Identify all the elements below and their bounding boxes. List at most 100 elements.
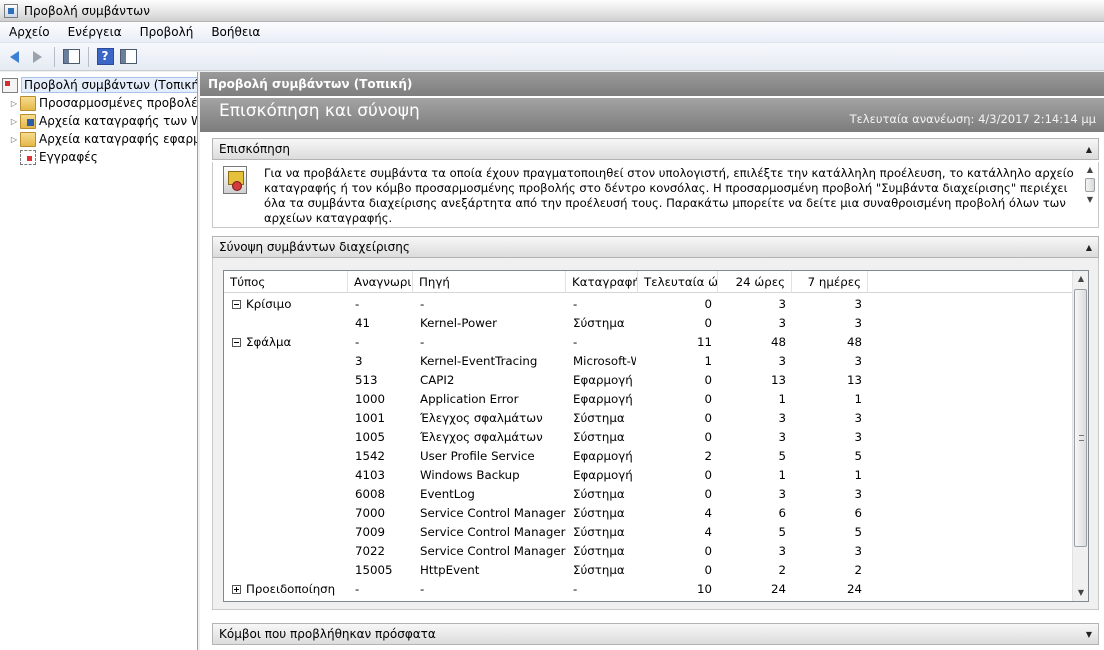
scroll-grip-icon xyxy=(1079,435,1084,441)
scroll-down-icon[interactable]: ▼ xyxy=(1073,585,1088,601)
summary-banner: Επισκόπηση και σύνοψη Τελευταία ανανέωση… xyxy=(200,98,1104,132)
console-tree: Προβολή συμβάντων (Τοπική) ▷ Προσαρμοσμέ… xyxy=(0,72,198,650)
cell-7-days: 3 xyxy=(792,352,862,371)
table-row[interactable]: 1542 User Profile Service Εφαρμογή 2 5 5 xyxy=(224,447,1074,466)
overview-section-header[interactable]: Επισκόπηση ▲ xyxy=(212,138,1099,160)
cell-log: Εφαρμογή xyxy=(573,371,636,390)
cell-last-hour-text: 0 xyxy=(704,373,712,387)
cell-log: Σύστημα xyxy=(573,542,636,561)
cell-event-id-text: 1005 xyxy=(355,430,386,444)
column-header-log[interactable]: Καταγραφή xyxy=(566,271,638,293)
cell-event-id-text: 7000 xyxy=(355,506,386,520)
table-row[interactable]: 7009 Service Control Manager Σύστημα 4 5 5 xyxy=(224,523,1074,542)
tree-item-event-viewer-local[interactable]: Προβολή συμβάντων (Τοπική) xyxy=(2,76,197,94)
collapse-minus-icon[interactable] xyxy=(232,338,241,347)
cell-event-id: 1542 xyxy=(355,447,413,466)
cell-7-days: 3 xyxy=(792,428,862,447)
expand-plus-icon[interactable] xyxy=(232,585,241,594)
cell-7-days-text: 3 xyxy=(854,411,862,425)
summary-scrollbar[interactable]: ▲ ▼ xyxy=(1072,271,1088,601)
table-row[interactable]: 7022 Service Control Manager Σύστημα 0 3 3 xyxy=(224,542,1074,561)
table-row[interactable]: 1001 Έλεγχος σφαλμάτων Σύστημα 0 3 3 xyxy=(224,409,1074,428)
recent-nodes-section-header[interactable]: Κόμβοι που προβλήθηκαν πρόσφατα ▼ xyxy=(212,623,1099,645)
cell-last-hour: 0 xyxy=(638,466,712,485)
scroll-thumb[interactable] xyxy=(1085,178,1095,192)
cell-log-text: Σύστημα xyxy=(573,525,625,539)
cell-source: Έλεγχος σφαλμάτων xyxy=(420,428,566,447)
cell-7-days-text: 3 xyxy=(854,430,862,444)
scroll-thumb[interactable] xyxy=(1074,289,1087,547)
expand-icon[interactable]: ▼ xyxy=(1086,630,1092,639)
menu-file[interactable]: Αρχείο xyxy=(0,22,59,42)
recent-nodes-title: Κόμβοι που προβλήθηκαν πρόσφατα xyxy=(219,627,436,641)
cell-log-text: Microsoft-Windows-Kernel-EventTracing/Ad… xyxy=(573,354,636,368)
scroll-up-icon[interactable]: ▲ xyxy=(1073,271,1088,287)
table-row[interactable]: 6008 EventLog Σύστημα 0 3 3 xyxy=(224,485,1074,504)
column-header-last-hour[interactable]: Τελευταία ώρα xyxy=(638,271,718,293)
tree-item-app-service-logs[interactable]: ▷ Αρχεία καταγραφής εφαρμογών και υπηρεσ… xyxy=(8,130,197,148)
scroll-down-icon[interactable]: ▼ xyxy=(1084,194,1096,206)
cell-last-hour: 0 xyxy=(638,409,712,428)
cell-source: Έλεγχος σφαλμάτων xyxy=(420,409,566,428)
cell-type xyxy=(232,371,348,390)
expand-arrow-icon[interactable]: ▷ xyxy=(8,130,20,148)
table-row[interactable]: 3 Kernel-EventTracing Microsoft-Windows-Ke… xyxy=(224,352,1074,371)
column-header-source[interactable]: Πηγή xyxy=(413,271,566,293)
cell-event-id: - xyxy=(355,333,413,352)
cell-source: Kernel-Power xyxy=(420,314,566,333)
cell-event-id-text: 3 xyxy=(355,354,363,368)
cell-type xyxy=(232,466,348,485)
overview-title: Επισκόπηση xyxy=(219,142,290,156)
cell-7-days-text: 3 xyxy=(854,487,862,501)
cell-source: - xyxy=(420,580,566,599)
menu-help[interactable]: Βοήθεια xyxy=(202,22,269,42)
show-hide-action-pane-button[interactable] xyxy=(117,46,139,68)
table-row[interactable]: 1000 Application Error Εφαρμογή 0 1 1 xyxy=(224,390,1074,409)
toolbar: ? xyxy=(0,43,1104,71)
cell-event-id-text: 7009 xyxy=(355,525,386,539)
cell-7-days-text: 3 xyxy=(854,316,862,330)
back-button[interactable] xyxy=(3,46,25,68)
expand-arrow-icon[interactable]: ▷ xyxy=(8,94,20,112)
collapse-icon[interactable]: ▲ xyxy=(1086,243,1092,252)
table-row[interactable]: 7000 Service Control Manager Σύστημα 4 6 6 xyxy=(224,504,1074,523)
summary-title: Σύνοψη συμβάντων διαχείρισης xyxy=(219,240,410,254)
cell-7-days-text: 3 xyxy=(854,354,862,368)
collapse-icon[interactable]: ▲ xyxy=(1086,145,1092,154)
summary-section-header[interactable]: Σύνοψη συμβάντων διαχείρισης ▲ xyxy=(212,236,1099,258)
table-row[interactable]: Σφάλμα - - - 11 48 48 xyxy=(224,333,1074,352)
forward-button[interactable] xyxy=(26,46,48,68)
table-row[interactable]: 41 Kernel-Power Σύστημα 0 3 3 xyxy=(224,314,1074,333)
cell-24-hours: 3 xyxy=(718,485,786,504)
table-row[interactable]: 15005 HttpEvent Σύστημα 0 2 2 xyxy=(224,561,1074,580)
cell-7-days-text: 5 xyxy=(854,449,862,463)
table-row[interactable]: 4103 Windows Backup Εφαρμογή 0 1 1 xyxy=(224,466,1074,485)
column-header-7-days[interactable]: 7 ημέρες xyxy=(792,271,868,293)
cell-24-hours-text: 5 xyxy=(778,449,786,463)
table-row[interactable]: Κρίσιμο - - - 0 3 3 xyxy=(224,295,1074,314)
console-tree-icon xyxy=(62,49,80,64)
show-hide-console-tree-button[interactable] xyxy=(60,46,82,68)
column-header-24-hours[interactable]: 24 ώρες xyxy=(718,271,792,293)
tree-item-subscriptions[interactable]: Εγγραφές xyxy=(20,148,98,166)
scroll-up-icon[interactable]: ▲ xyxy=(1084,164,1096,176)
tree-item-windows-logs[interactable]: ▷ Αρχεία καταγραφής των Windows xyxy=(8,112,197,130)
tree-item-custom-views[interactable]: ▷ Προσαρμοσμένες προβολές xyxy=(8,94,197,112)
cell-source-text: HttpEvent xyxy=(420,563,480,577)
column-header-event-id[interactable]: Αναγνωριστικό συμβάντος xyxy=(348,271,413,293)
cell-24-hours: 5 xyxy=(718,447,786,466)
cell-source-text: Έλεγχος σφαλμάτων xyxy=(420,411,543,425)
help-button[interactable]: ? xyxy=(94,46,116,68)
cell-type xyxy=(232,504,348,523)
table-row[interactable]: Προειδοποίηση - - - 10 24 24 xyxy=(224,580,1074,599)
cell-source: HttpEvent xyxy=(420,561,566,580)
table-row[interactable]: 1005 Έλεγχος σφαλμάτων Σύστημα 0 3 3 xyxy=(224,428,1074,447)
table-row[interactable]: 513 CAPI2 Εφαρμογή 0 13 13 xyxy=(224,371,1074,390)
column-header-type[interactable]: Τύπος xyxy=(224,271,348,293)
menu-action[interactable]: Ενέργεια xyxy=(59,22,131,42)
expand-arrow-icon[interactable]: ▷ xyxy=(8,112,20,130)
overview-scrollbar[interactable]: ▲ ▼ xyxy=(1084,164,1096,208)
menu-view[interactable]: Προβολή xyxy=(131,22,203,42)
collapse-minus-icon[interactable] xyxy=(232,300,241,309)
event-viewer-app-icon xyxy=(4,3,18,18)
